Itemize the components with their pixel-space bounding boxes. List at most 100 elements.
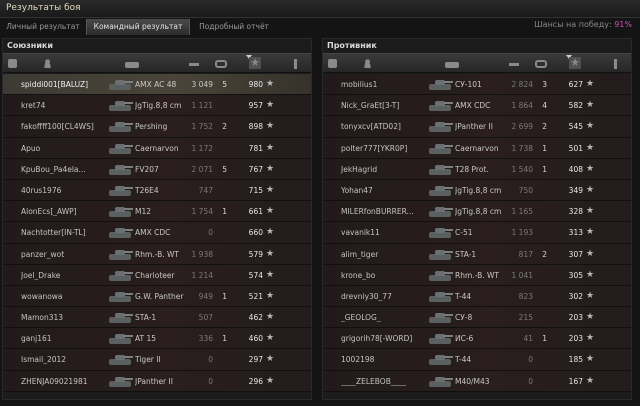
vehicle-name: AT 15: [135, 334, 157, 344]
tank-icon: [427, 119, 453, 134]
vehicle-name: T-44: [455, 355, 472, 365]
table-row[interactable]: Ismail_2012 Tiger II 0 297 ★: [3, 349, 311, 371]
vehicle-name: СУ-8: [455, 313, 473, 323]
xp-value: 501: [568, 143, 583, 153]
table-row[interactable]: Joel_Drake Charioteer 1 214 574 ★: [3, 264, 311, 286]
table-row[interactable]: MILERfonBURRER... JgTig.8,8 cm 1 165 328 ★: [323, 201, 631, 223]
table-row[interactable]: Nick_GraEt[3-T] AMX CDC 1 864 4 582 ★: [323, 95, 631, 117]
tank-icon: [107, 289, 133, 304]
table-row[interactable]: JekHagrid T28 Prot. 1 540 1 408 ★: [323, 158, 631, 180]
xp-value: 305: [568, 270, 583, 280]
table-row[interactable]: grigorih78[-WORD] ИС-6 41 1 203 ★: [323, 328, 631, 350]
table-row[interactable]: ZHENJA09021981 JPanther II 0 296 ★: [3, 370, 311, 392]
table-row[interactable]: KpuBou_Pa4ela... FV207 2 071 5 767 ★: [3, 158, 311, 180]
damage-value: 1 193: [511, 228, 533, 238]
table-row[interactable]: ____ZELEBOB____ M40/M43 0 167 ★: [323, 370, 631, 392]
xp-value: 313: [568, 228, 583, 238]
enemies-title: Противник: [327, 41, 377, 50]
xp-value: 328: [568, 207, 583, 217]
table-row[interactable]: AlonEcs[_AWP] M12 1 754 1 661 ★: [3, 201, 311, 223]
kills-icon[interactable]: [215, 60, 227, 68]
vehicle-name: Caernarvon: [135, 143, 179, 153]
star-icon: ★: [586, 375, 595, 386]
table-row[interactable]: vavanik11 С-51 1 193 313 ★: [323, 222, 631, 244]
squad-icon[interactable]: [328, 59, 337, 68]
table-row[interactable]: Yohan47 JgTig.8,8 cm 750 349 ★: [323, 179, 631, 202]
damage-value: 1 938: [191, 249, 213, 259]
table-row[interactable]: _GEOLOG_ СУ-8 215 203 ★: [323, 307, 631, 329]
xp-star-icon[interactable]: ★: [249, 57, 261, 69]
win-chance-label: Шансы на победу:: [534, 20, 612, 29]
enemies-header: ★: [323, 53, 631, 73]
star-icon: ★: [586, 227, 595, 238]
star-icon: ★: [266, 375, 275, 386]
star-icon: ★: [586, 333, 595, 344]
table-row[interactable]: spiddi001[BALUZ] AMX AC 48 3 049 5 980 ★: [3, 74, 311, 96]
player-icon[interactable]: [43, 59, 52, 68]
tank-icon: [107, 225, 133, 240]
kills-icon[interactable]: [535, 60, 547, 68]
table-row[interactable]: Mamon313 STA-1 507 462 ★: [3, 307, 311, 329]
star-icon: ★: [586, 184, 595, 195]
star-icon: ★: [586, 290, 595, 301]
star-icon: ★: [586, 142, 595, 153]
table-row[interactable]: Apuo Caernarvon 1 172 781 ★: [3, 137, 311, 159]
table-row[interactable]: fakoffff100[CL4WS] Pershing 1 752 2 898 ★: [3, 116, 311, 138]
xp-value: 781: [248, 143, 263, 153]
tab-detailed-report[interactable]: Подробный отчёт: [194, 19, 274, 35]
table-row[interactable]: alim_tiger STA-1 817 2 307 ★: [323, 243, 631, 265]
squad-icon[interactable]: [8, 59, 17, 68]
table-row[interactable]: 40rus1976 T26E4 747 715 ★: [3, 179, 311, 202]
damage-icon[interactable]: [509, 63, 519, 66]
damage-value: 1 214: [191, 270, 213, 280]
table-row[interactable]: polter777[YKR0P] Caernarvon 1 738 1 501 ★: [323, 137, 631, 159]
vehicle-name: AMX AC 48: [135, 80, 177, 89]
damage-value: 0: [528, 376, 533, 386]
star-icon: ★: [266, 100, 275, 111]
tank-icon[interactable]: [445, 62, 459, 68]
status-icon[interactable]: [294, 59, 297, 69]
table-row[interactable]: krone_bo Rhm.-B. WT 1 041 305 ★: [323, 264, 631, 286]
table-row[interactable]: wowanowa G.W. Panther 949 1 521 ★: [3, 285, 311, 308]
tank-icon: [427, 289, 453, 304]
damage-value: 1 121: [191, 101, 213, 111]
table-row[interactable]: mobilius1 СУ-101 2 824 3 627 ★: [323, 74, 631, 96]
vehicle-name: СУ-101: [455, 80, 482, 89]
damage-value: 41: [523, 334, 533, 344]
damage-value: 817: [518, 249, 533, 259]
table-row[interactable]: 1002198 T-44 0 185 ★: [323, 349, 631, 371]
xp-value: 408: [568, 164, 583, 174]
table-row[interactable]: ganj161 AT 15 336 1 460 ★: [3, 328, 311, 350]
damage-value: 0: [208, 228, 213, 238]
damage-value: 507: [198, 313, 213, 323]
tab-team-result[interactable]: Командный результат: [86, 19, 190, 35]
status-icon[interactable]: [614, 59, 617, 69]
table-row[interactable]: drevniy30_77 T-44 823 302 ★: [323, 285, 631, 308]
win-chance: Шансы на победу: 91%: [534, 20, 632, 29]
tank-icon: [427, 204, 453, 219]
xp-value: 462: [248, 313, 263, 323]
star-icon: ★: [586, 354, 595, 365]
player-icon[interactable]: [363, 59, 372, 68]
tab-personal-result[interactable]: Личный результат: [4, 19, 82, 35]
xp-value: 898: [248, 122, 263, 132]
tank-icon[interactable]: [125, 62, 139, 68]
xp-value: 185: [568, 355, 583, 365]
table-row[interactable]: Nachtotter[IN-TL] AMX CDC 0 660 ★: [3, 222, 311, 244]
vehicle-name: JgTig.8,8 cm: [135, 101, 182, 111]
kills-value: 2: [542, 122, 547, 132]
kills-value: 4: [542, 101, 547, 111]
table-row[interactable]: kret74 JgTig.8,8 cm 1 121 957 ★: [3, 95, 311, 117]
table-row[interactable]: panzer_wot Rhm.-B. WT 1 938 579 ★: [3, 243, 311, 265]
xp-value: 203: [568, 334, 583, 344]
kills-value: 2: [222, 122, 227, 132]
table-row[interactable]: tonyxcv[ATD02] JPanther II 2 699 2 545 ★: [323, 116, 631, 138]
xp-value: 167: [568, 376, 583, 386]
tank-icon: [107, 98, 133, 113]
xp-star-icon[interactable]: ★: [569, 57, 581, 69]
star-icon: ★: [586, 269, 595, 280]
damage-value: 1 864: [511, 101, 533, 111]
damage-icon[interactable]: [189, 63, 199, 66]
enemies-panel: Противник ★ mobilius1 СУ-101 2 824 3 627 ★ Nic…: [322, 38, 632, 400]
tank-icon: [107, 352, 133, 367]
